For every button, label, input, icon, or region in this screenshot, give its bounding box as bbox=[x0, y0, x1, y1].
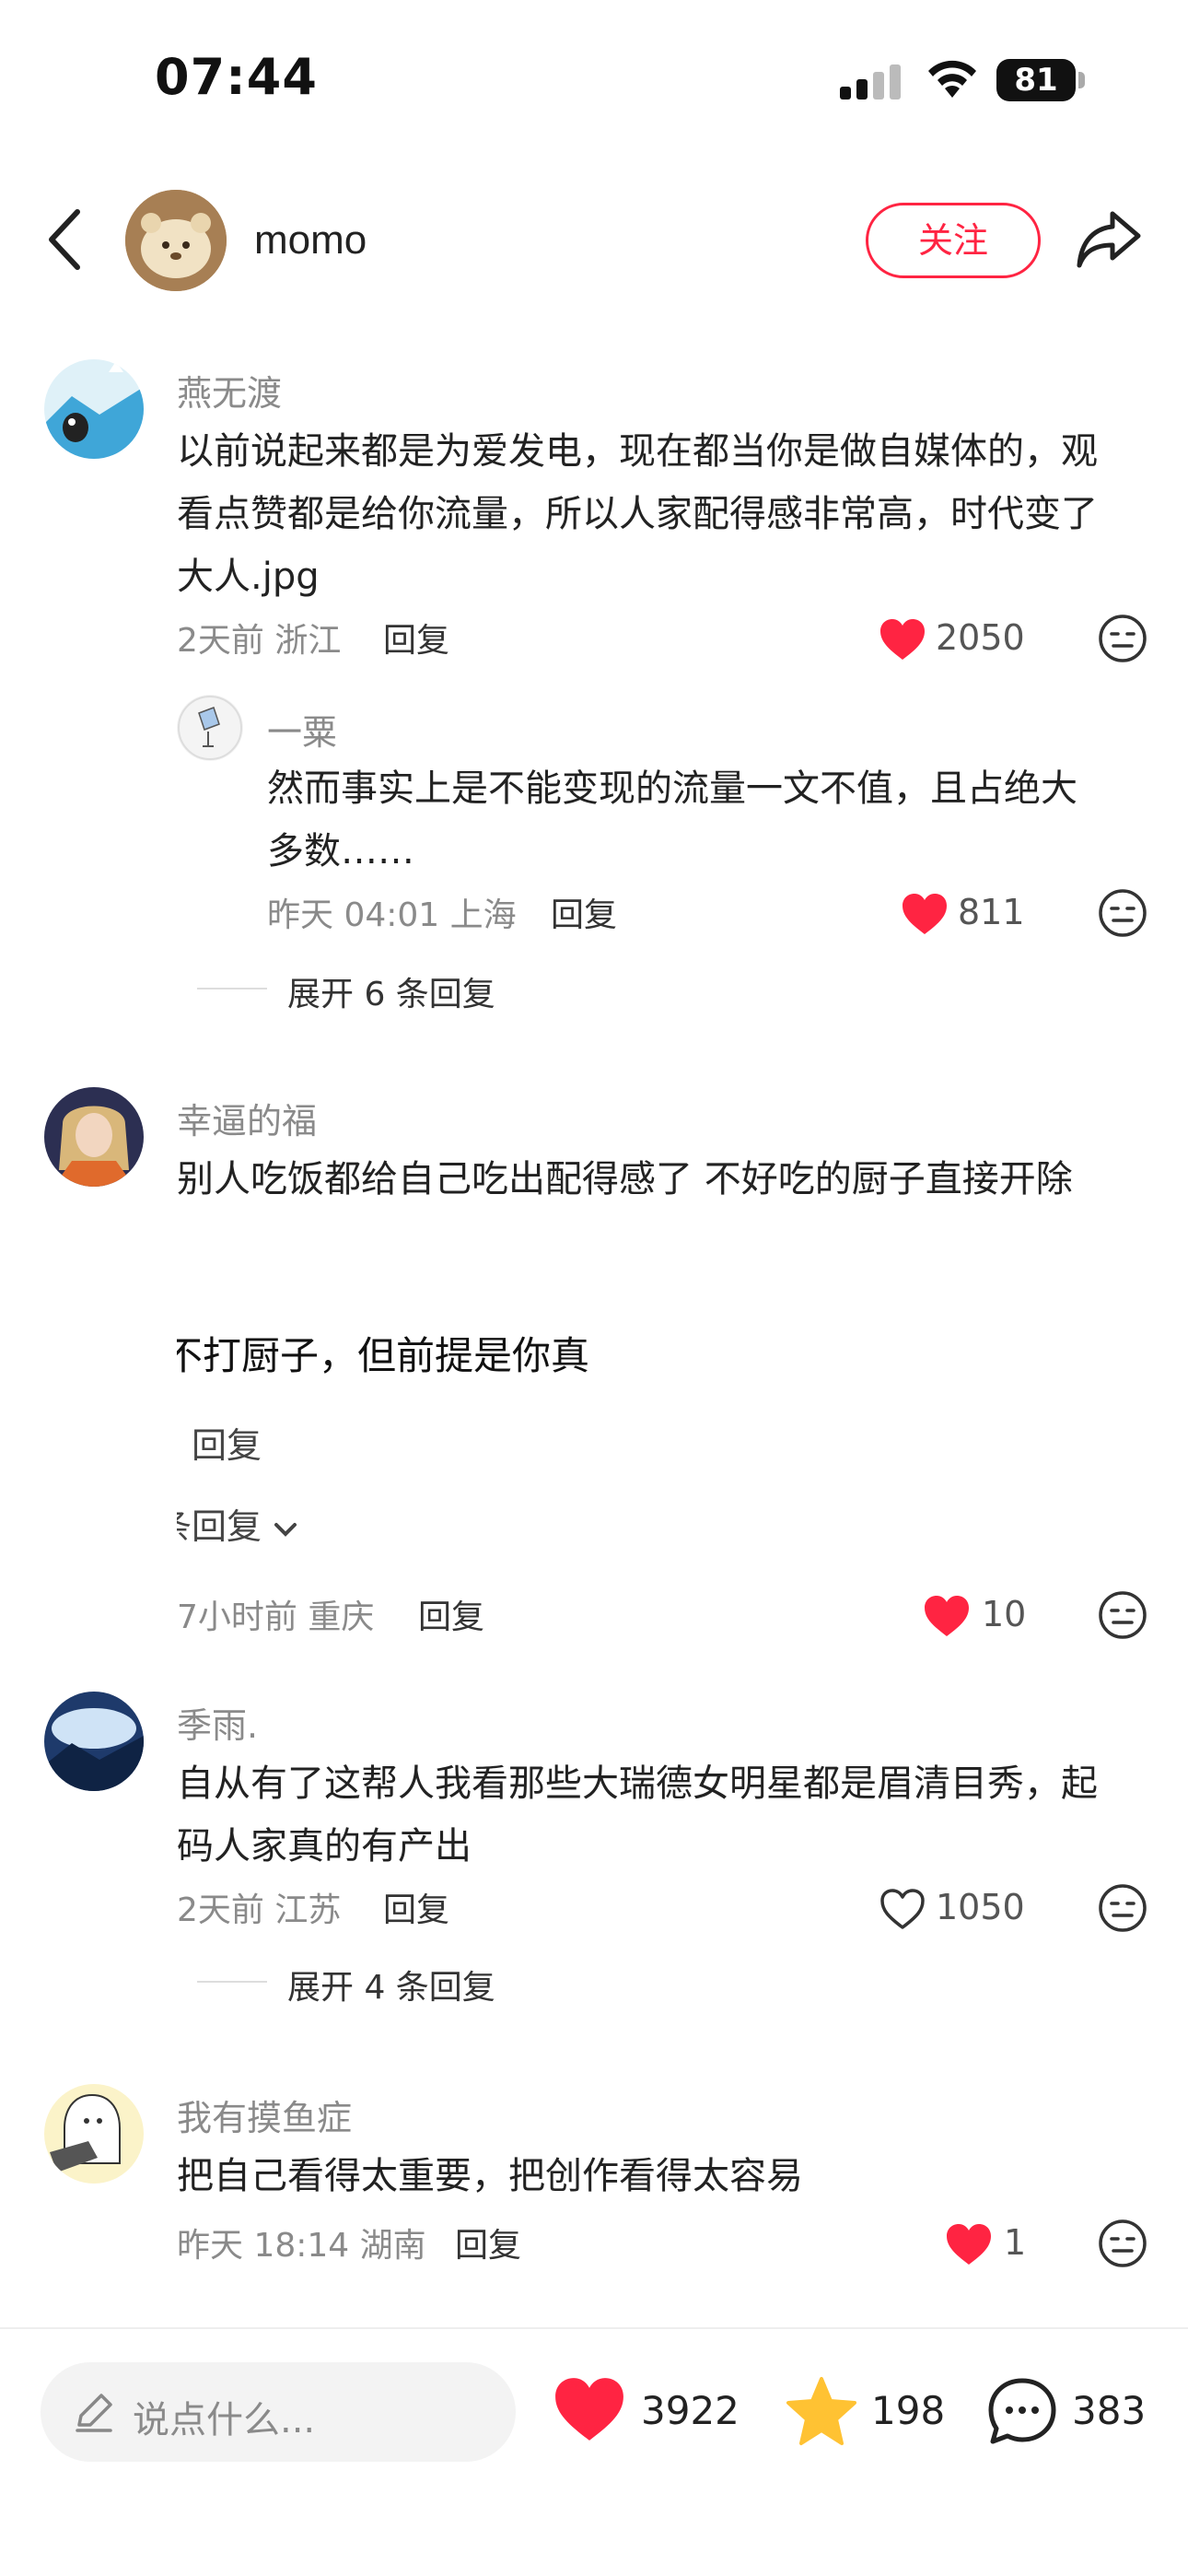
comment-meta: 7小时前 重庆 bbox=[177, 1598, 375, 1636]
like-count: 1 bbox=[1004, 2222, 1027, 2263]
heart-filled-icon bbox=[880, 619, 925, 660]
note-header: momo 关注 bbox=[0, 166, 1188, 313]
like-button[interactable]: 1050 bbox=[879, 1881, 1044, 1937]
comment-input[interactable]: 说点什么... bbox=[41, 2362, 516, 2462]
star-filled-icon bbox=[786, 2377, 856, 2445]
status-time: 07:44 bbox=[155, 48, 318, 106]
cellular-signal-icon bbox=[840, 64, 901, 100]
battery-level: 81 bbox=[1014, 62, 1058, 99]
comment-text: 自从有了这帮人我看那些大瑞德女明星都是眉清目秀，起 码人家真的有产出 bbox=[177, 1752, 1153, 1878]
reply-button[interactable]: 回复 bbox=[383, 614, 449, 662]
like-count: 811 bbox=[958, 892, 1025, 932]
reply-text: 然而事实上是不能变现的流量一文不值，且占绝大 多数…… bbox=[267, 757, 1133, 883]
status-bar: 07:44 81 bbox=[0, 0, 1188, 157]
reply-line: 多数…… bbox=[267, 830, 414, 872]
note-collect-count: 198 bbox=[871, 2388, 946, 2433]
comment-username[interactable]: 我有摸鱼症 bbox=[177, 2090, 352, 2140]
meh-face-icon[interactable] bbox=[1098, 614, 1147, 663]
comment-item: 我有摸鱼症 把自己看得太重要，把创作看得太容易 昨天 18:14 湖南 回复 1 bbox=[0, 2084, 1188, 2268]
comments-button[interactable]: 383 bbox=[985, 2375, 1170, 2449]
comment-line: 看点赞都是给你流量，所以人家配得感非常高，时代变了 bbox=[177, 493, 1098, 535]
reply-username[interactable]: 一粟 bbox=[267, 704, 337, 755]
expand-replies-button[interactable]: 展开 6 条回复 bbox=[287, 967, 495, 1015]
comment-line: 码人家真的有产出 bbox=[177, 1825, 472, 1868]
expand-divider bbox=[197, 1981, 267, 1983]
share-icon[interactable] bbox=[1076, 208, 1142, 269]
commenter-avatar[interactable] bbox=[44, 1087, 144, 1187]
reply-meta: 昨天 04:01 上海 bbox=[267, 896, 517, 934]
like-button[interactable]: 2050 bbox=[879, 612, 1044, 667]
fragment-reply-button[interactable]: 回复 bbox=[192, 1417, 262, 1468]
comment-meta: 2天前 浙江 bbox=[177, 622, 342, 660]
comment-meta: 昨天 18:14 湖南 bbox=[177, 2227, 426, 2265]
meh-face-icon[interactable] bbox=[1098, 1883, 1147, 1933]
comment-placeholder: 说点什么... bbox=[133, 2399, 316, 2441]
sketch-avatar-icon bbox=[177, 695, 243, 761]
pencil-icon bbox=[76, 2394, 112, 2432]
wifi-icon bbox=[928, 60, 976, 98]
follow-button[interactable]: 关注 bbox=[866, 203, 1041, 278]
meh-face-icon[interactable] bbox=[1098, 1590, 1147, 1640]
comment-line: 别人吃饭都给自己吃出配得感了 不好吃的厨子直接开除 bbox=[177, 1158, 1073, 1200]
ghost-avatar-icon bbox=[44, 2084, 144, 2184]
heart-filled-icon bbox=[903, 894, 947, 934]
comment-item: 燕无渡 以前说起来都是为爱发电，现在都当你是做自媒体的，观 看点赞都是给你流量，… bbox=[0, 359, 1188, 1023]
meh-face-icon[interactable] bbox=[1098, 888, 1147, 938]
fragment-text: 不打厨子，但前提是你真 bbox=[177, 1333, 590, 1378]
reply-button[interactable]: 回复 bbox=[551, 888, 617, 936]
note-like-count: 3922 bbox=[641, 2388, 740, 2433]
commenter-avatar[interactable] bbox=[44, 1692, 144, 1791]
comment-line: 把自己看得太重要，把创作看得太容易 bbox=[177, 2155, 803, 2197]
comment-meta: 2天前 江苏 bbox=[177, 1891, 342, 1929]
comment-item: 幸逼的福 别人吃饭都给自己吃出配得感了 不好吃的厨子直接开除 不打厨子，但前提是… bbox=[0, 1087, 1188, 1658]
heart-filled-icon bbox=[947, 2224, 991, 2265]
like-button[interactable]: 1 bbox=[945, 2217, 1037, 2272]
chevron-down-icon bbox=[274, 1522, 297, 1537]
reply-button[interactable]: 回复 bbox=[418, 1590, 484, 1638]
expand-replies-button[interactable]: 展开 4 条回复 bbox=[287, 1961, 495, 2008]
comment-username[interactable]: 季雨. bbox=[177, 1697, 258, 1748]
like-button[interactable]: 10 bbox=[923, 1588, 1042, 1644]
author-avatar[interactable] bbox=[125, 190, 227, 291]
like-button[interactable]: 811 bbox=[901, 886, 1039, 942]
comment-line: 大人.jpg bbox=[177, 556, 320, 598]
comment-line: 以前说起来都是为爱发电，现在都当你是做自媒体的，观 bbox=[177, 430, 1098, 473]
comment-line: 自从有了这帮人我看那些大瑞德女明星都是眉清目秀，起 bbox=[177, 1762, 1098, 1805]
expand-divider bbox=[197, 988, 267, 989]
bottom-action-bar: 说点什么... 3922 198 383 bbox=[0, 2327, 1188, 2576]
comment-item: 季雨. 自从有了这帮人我看那些大瑞德女明星都是眉清目秀，起 码人家真的有产出 2… bbox=[0, 1692, 1188, 2023]
reply-avatar[interactable] bbox=[177, 695, 243, 761]
heart-filled-icon bbox=[925, 1596, 969, 1636]
note-comment-count: 383 bbox=[1072, 2388, 1147, 2433]
like-note-button[interactable]: 3922 bbox=[553, 2375, 740, 2449]
back-arrow-icon[interactable] bbox=[42, 206, 88, 273]
like-count: 10 bbox=[982, 1594, 1027, 1634]
heart-filled-icon bbox=[555, 2378, 623, 2441]
reply-button[interactable]: 回复 bbox=[455, 2219, 521, 2266]
author-name[interactable]: momo bbox=[254, 217, 367, 263]
comment-text: 把自己看得太重要，把创作看得太容易 bbox=[177, 2145, 1153, 2207]
collect-button[interactable]: 198 bbox=[785, 2375, 950, 2449]
like-count: 2050 bbox=[936, 617, 1025, 658]
landscape-avatar-icon bbox=[44, 1692, 144, 1791]
bear-bun-icon bbox=[125, 190, 227, 291]
commenter-avatar[interactable] bbox=[44, 359, 144, 459]
penguin-avatar-icon bbox=[44, 359, 144, 459]
comment-username[interactable]: 幸逼的福 bbox=[177, 1093, 317, 1143]
commenter-avatar[interactable] bbox=[44, 2084, 144, 2184]
overlapping-reply-fragment: 不打厨子，但前提是你真 回复 条回复 bbox=[177, 1327, 619, 1603]
comment-username[interactable]: 燕无渡 bbox=[177, 365, 282, 416]
like-count: 1050 bbox=[936, 1887, 1025, 1927]
comment-text: 别人吃饭都给自己吃出配得感了 不好吃的厨子直接开除 bbox=[177, 1148, 1153, 1211]
reply-button[interactable]: 回复 bbox=[383, 1883, 449, 1931]
heart-outline-icon bbox=[880, 1889, 925, 1929]
anime-avatar-icon bbox=[44, 1087, 144, 1187]
reply-line: 然而事实上是不能变现的流量一文不值，且占绝大 bbox=[267, 767, 1077, 810]
battery-icon: 81 bbox=[996, 59, 1085, 101]
fragment-expand-label: 条回复 bbox=[177, 1506, 262, 1547]
meh-face-icon[interactable] bbox=[1098, 2219, 1147, 2268]
comment-text: 以前说起来都是为爱发电，现在都当你是做自媒体的，观 看点赞都是给你流量，所以人家… bbox=[177, 420, 1153, 608]
chat-bubble-icon bbox=[988, 2378, 1056, 2444]
fragment-expand-button[interactable]: 条回复 bbox=[177, 1498, 298, 1549]
